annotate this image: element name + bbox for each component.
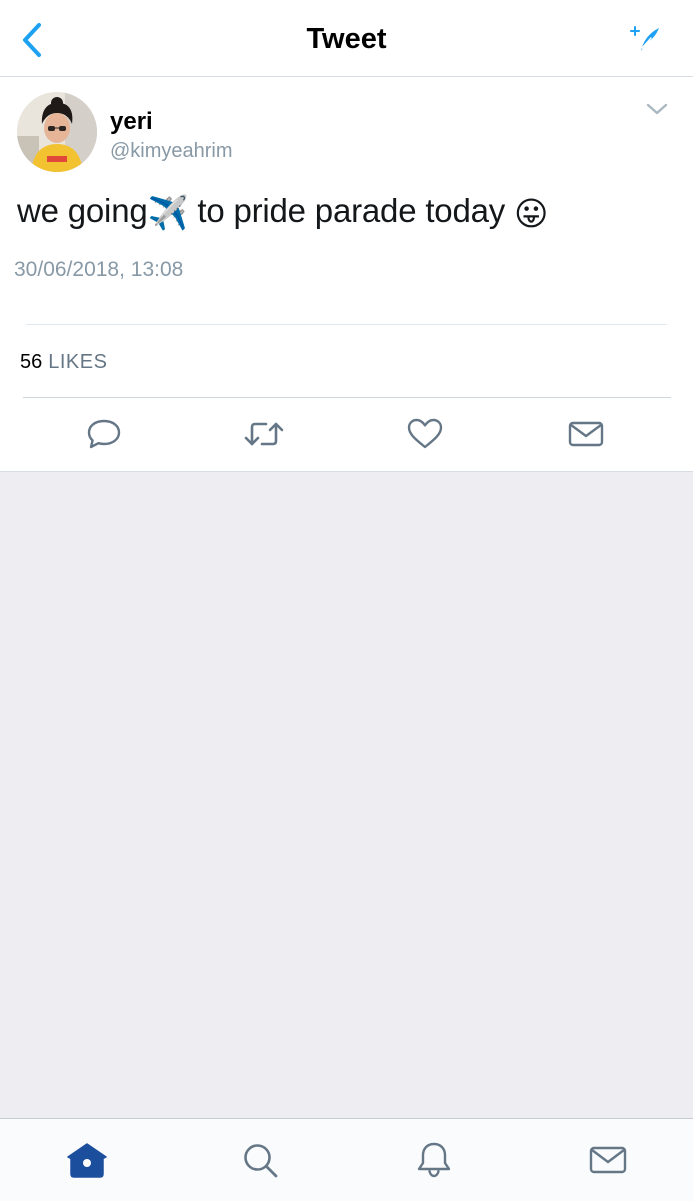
chevron-left-icon — [23, 23, 41, 57]
tab-messages[interactable] — [584, 1138, 632, 1182]
airplane-emoji: ✈️ — [147, 193, 189, 231]
replies-area — [0, 472, 693, 1118]
retweet-button[interactable] — [240, 410, 288, 458]
back-button[interactable] — [14, 20, 50, 60]
top-nav-bar — [0, 0, 693, 77]
tweet-text: we going✈️ to pride parade today 😛 — [17, 192, 548, 233]
heart-icon — [407, 418, 443, 449]
envelope-icon — [589, 1146, 627, 1174]
comment-icon — [87, 419, 121, 449]
likes-count: 56 — [20, 351, 43, 373]
home-icon — [67, 1143, 107, 1178]
divider — [23, 397, 671, 398]
likes-label: LIKES — [48, 351, 108, 373]
search-icon — [244, 1144, 278, 1178]
avatar-image — [17, 92, 97, 172]
feather-sparkle-icon — [630, 26, 659, 51]
tab-notifications[interactable] — [410, 1138, 458, 1182]
tongue-face-emoji: 😛 — [514, 194, 549, 232]
display-name[interactable]: yeri — [110, 108, 153, 136]
likes-stat[interactable]: 56 LIKES — [20, 351, 107, 374]
compose-tweet-button[interactable] — [626, 22, 666, 56]
retweet-icon — [244, 422, 284, 446]
direct-message-button[interactable] — [562, 410, 610, 458]
tweet-options-button[interactable] — [640, 96, 674, 122]
tweet-timestamp: 30/06/2018, 13:08 — [14, 258, 184, 281]
chevron-down-icon — [646, 103, 668, 115]
user-handle[interactable]: @kimyeahrim — [110, 140, 233, 163]
divider — [26, 324, 667, 325]
like-button[interactable] — [401, 410, 449, 458]
envelope-icon — [568, 421, 604, 447]
tab-home[interactable] — [63, 1138, 111, 1182]
avatar[interactable] — [17, 92, 97, 172]
tweet-text-part-2: to pride parade today — [188, 192, 515, 229]
reply-button[interactable] — [80, 410, 128, 458]
tab-search[interactable] — [236, 1138, 284, 1182]
tweet-text-part-1: we going — [17, 192, 148, 229]
bell-icon — [417, 1142, 451, 1178]
